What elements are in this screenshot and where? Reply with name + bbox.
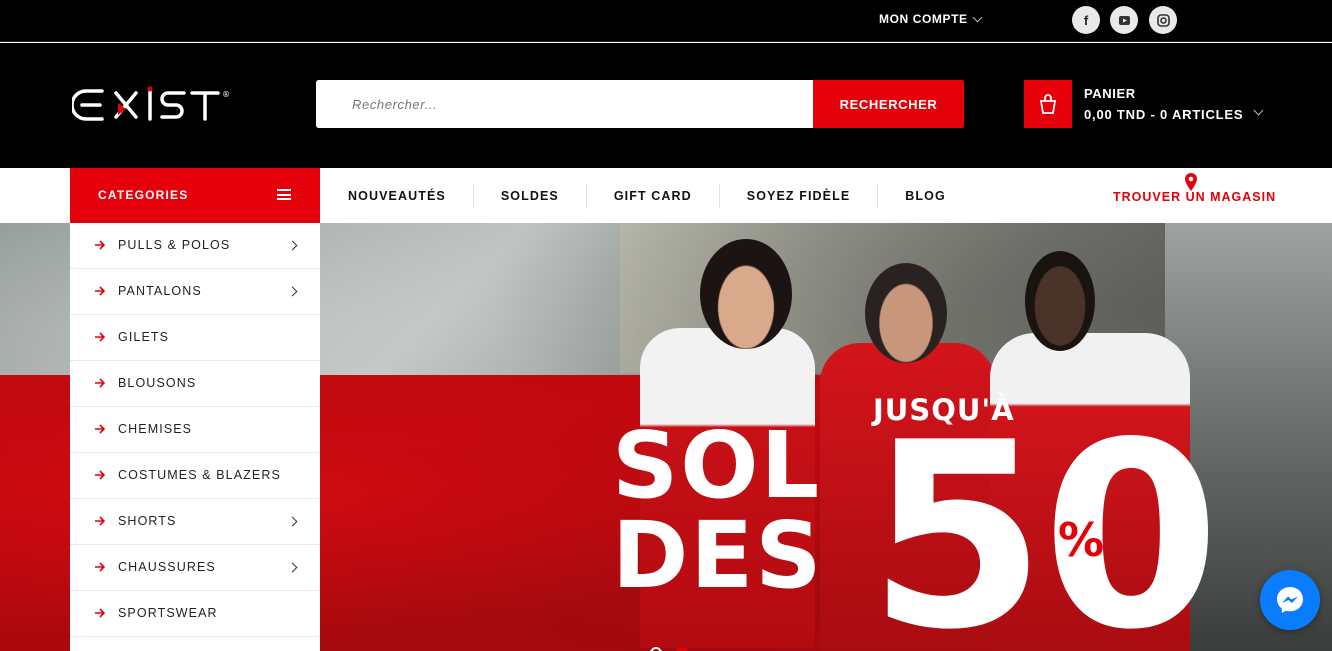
arrow-right-icon	[95, 286, 106, 296]
instagram-icon[interactable]	[1149, 6, 1177, 34]
categories-toggle[interactable]: CATEGORIES	[70, 168, 320, 223]
site-header: ® RECHERCHER PANIER 0,00 TND - 0 ARTICLE…	[0, 43, 1332, 168]
cart-widget[interactable]: PANIER 0,00 TND - 0 ARTICLES	[1024, 80, 1274, 128]
search-bar: RECHERCHER	[316, 80, 964, 128]
category-item-costumes-blazers[interactable]: COSTUMES & BLAZERS	[70, 453, 320, 499]
promo-line-2: DES	[612, 502, 824, 609]
category-label: CHAUSSURES	[118, 560, 216, 574]
categories-label: CATEGORIES	[98, 188, 189, 202]
nav-item-soyez-fidele[interactable]: SOYEZ FIDÈLE	[720, 183, 879, 208]
search-button[interactable]: RECHERCHER	[813, 80, 964, 128]
chevron-down-icon	[972, 12, 983, 22]
chevron-right-icon	[287, 240, 298, 251]
account-label: MON COMPTE	[879, 12, 968, 26]
promo-line-1: SOL	[612, 412, 822, 519]
arrow-right-icon	[95, 562, 106, 572]
chevron-down-icon	[1253, 105, 1264, 116]
account-menu[interactable]: MON COMPTE	[879, 12, 983, 26]
cart-title: PANIER	[1084, 86, 1136, 101]
category-sidebar: PULLS & POLOS PANTALONS GILETS BLOUSONS …	[70, 223, 320, 651]
facebook-icon[interactable]: f	[1072, 6, 1100, 34]
slider-dot-1[interactable]	[650, 647, 662, 651]
category-label: PANTALONS	[118, 284, 202, 298]
messenger-chat-button[interactable]	[1260, 570, 1320, 630]
slider-dot-2[interactable]	[676, 647, 688, 651]
arrow-right-icon	[95, 470, 106, 480]
main-navigation: CATEGORIES NOUVEAUTÉS SOLDES GIFT CARD S…	[0, 168, 1332, 223]
category-label: GILETS	[118, 330, 170, 344]
model-1-head	[700, 239, 792, 349]
chevron-right-icon	[287, 516, 298, 527]
shopping-bag-icon	[1024, 80, 1072, 128]
promo-percent-sign: %	[1058, 513, 1105, 567]
store-locator-label: TROUVER UN MAGASIN	[1113, 190, 1277, 204]
category-label: COSTUMES & BLAZERS	[118, 468, 281, 482]
search-input[interactable]	[316, 80, 813, 128]
category-label: PULLS & POLOS	[118, 238, 231, 252]
messenger-icon	[1277, 587, 1303, 613]
category-item-chaussures[interactable]: CHAUSSURES	[70, 545, 320, 591]
category-label: SPORTSWEAR	[118, 606, 218, 620]
hamburger-menu-icon	[277, 189, 291, 200]
category-item-blousons[interactable]: BLOUSONS	[70, 361, 320, 407]
category-item-pantalons[interactable]: PANTALONS	[70, 269, 320, 315]
chevron-right-icon	[287, 562, 298, 573]
category-label: CHEMISES	[118, 422, 193, 436]
nav-item-gift-card[interactable]: GIFT CARD	[587, 183, 720, 208]
category-item-pulls-polos[interactable]: PULLS & POLOS	[70, 223, 320, 269]
map-pin-icon	[1185, 173, 1197, 191]
category-item-gilets[interactable]: GILETS	[70, 315, 320, 361]
exist-logo[interactable]: ®	[70, 85, 247, 125]
arrow-right-icon	[95, 608, 106, 618]
arrow-right-icon	[95, 516, 106, 526]
model-2-head	[865, 263, 947, 363]
chevron-right-icon	[287, 286, 298, 297]
category-label: SHORTS	[118, 514, 177, 528]
nav-item-soldes[interactable]: SOLDES	[474, 183, 587, 208]
nav-item-nouveautes[interactable]: NOUVEAUTÉS	[320, 183, 474, 208]
arrow-right-icon	[95, 240, 106, 250]
category-item-sportswear[interactable]: SPORTSWEAR	[70, 591, 320, 637]
svg-text:®: ®	[222, 90, 230, 99]
nav-item-blog[interactable]: BLOG	[878, 184, 973, 208]
category-label: BLOUSONS	[118, 376, 197, 390]
top-bar: MON COMPTE f	[0, 0, 1332, 42]
promo-soldes-text: SOL DES	[612, 412, 824, 609]
category-item-chemises[interactable]: CHEMISES	[70, 407, 320, 453]
nav-menu: NOUVEAUTÉS SOLDES GIFT CARD SOYEZ FIDÈLE…	[320, 168, 973, 223]
arrow-right-icon	[95, 424, 106, 434]
youtube-icon[interactable]	[1110, 6, 1138, 34]
promo-percentage-number: 50	[868, 388, 1220, 651]
arrow-right-icon	[95, 332, 106, 342]
model-3-head	[1025, 251, 1095, 351]
slider-pagination	[650, 647, 688, 651]
arrow-right-icon	[95, 378, 106, 388]
cart-summary: 0,00 TND - 0 ARTICLES	[1084, 107, 1244, 122]
category-item-shorts[interactable]: SHORTS	[70, 499, 320, 545]
